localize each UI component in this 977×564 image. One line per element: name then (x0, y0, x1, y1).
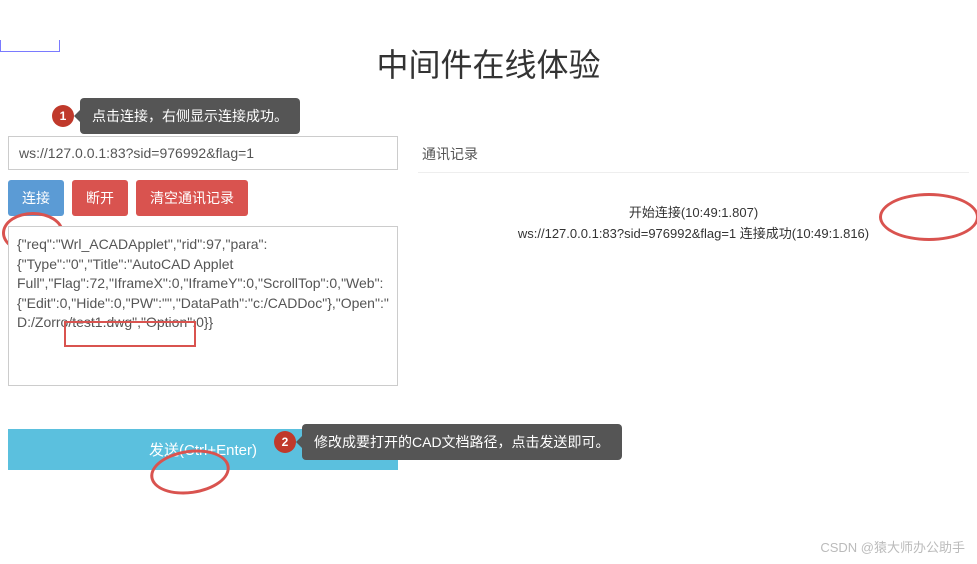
page-title: 中间件在线体验 (0, 40, 977, 86)
log-line-1: 开始连接(10:49:1.807) (418, 203, 969, 224)
connect-button[interactable]: 连接 (8, 180, 64, 216)
websocket-url-input[interactable] (8, 136, 398, 170)
log-header: 通讯记录 (418, 136, 969, 173)
left-column: 1 点击连接，右侧显示连接成功。 连接 断开 清空通讯记录 {"req":"Wr… (8, 136, 398, 470)
badge-2: 2 (274, 431, 296, 453)
log-body: 开始连接(10:49:1.807) ws://127.0.0.1:83?sid=… (418, 203, 969, 245)
main-layout: 1 点击连接，右侧显示连接成功。 连接 断开 清空通讯记录 {"req":"Wr… (0, 136, 977, 470)
window-fragment (0, 40, 60, 52)
log-line-2: ws://127.0.0.1:83?sid=976992&flag=1 连接成功… (418, 224, 969, 245)
badge-1: 1 (52, 105, 74, 127)
button-row: 连接 断开 清空通讯记录 (8, 180, 398, 216)
disconnect-button[interactable]: 断开 (72, 180, 128, 216)
tooltip-1-text: 点击连接，右侧显示连接成功。 (92, 106, 288, 126)
tooltip-step-1: 1 点击连接，右侧显示连接成功。 (80, 98, 300, 134)
payload-textarea[interactable]: {"req":"Wrl_ACADApplet","rid":97,"para":… (8, 226, 398, 386)
watermark: CSDN @猿大师办公助手 (820, 537, 965, 556)
tooltip-step-2: 2 修改成要打开的CAD文档路径，点击发送即可。 (302, 424, 622, 460)
clear-log-button[interactable]: 清空通讯记录 (136, 180, 248, 216)
payload-wrapper: {"req":"Wrl_ACADApplet","rid":97,"para":… (8, 226, 398, 399)
right-column: 通讯记录 开始连接(10:49:1.807) ws://127.0.0.1:83… (418, 136, 969, 470)
tooltip-2-text: 修改成要打开的CAD文档路径，点击发送即可。 (314, 432, 610, 452)
